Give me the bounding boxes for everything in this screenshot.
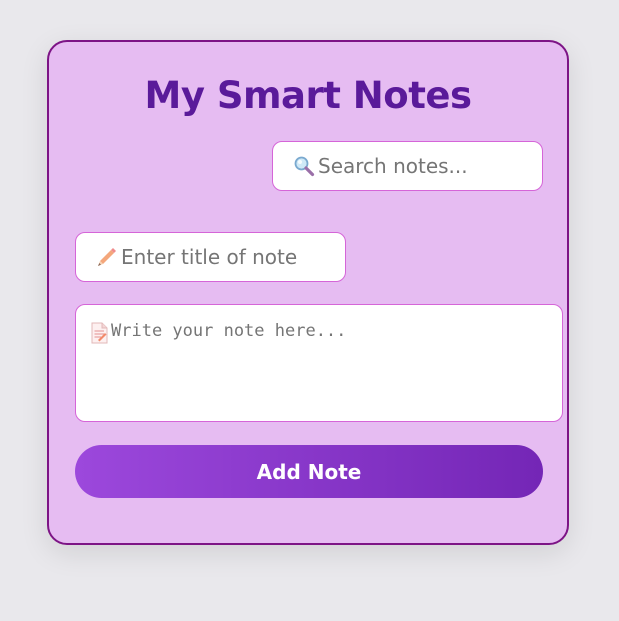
pencil-icon (96, 246, 118, 268)
note-body-placeholder: Write your note here... (111, 321, 347, 341)
note-title-input[interactable]: Enter title of note (75, 232, 346, 282)
search-input[interactable]: Search notes... (272, 141, 543, 191)
magnifier-icon (293, 155, 315, 177)
memo-icon (89, 322, 109, 344)
note-body-textarea[interactable]: Write your note here... (75, 304, 563, 422)
notes-card: My Smart Notes Search notes... Enter tit… (47, 40, 569, 545)
add-note-button[interactable]: Add Note (75, 445, 543, 498)
note-title-placeholder: Enter title of note (121, 245, 298, 269)
search-placeholder: Search notes... (318, 154, 468, 178)
app-title: My Smart Notes (144, 74, 473, 117)
